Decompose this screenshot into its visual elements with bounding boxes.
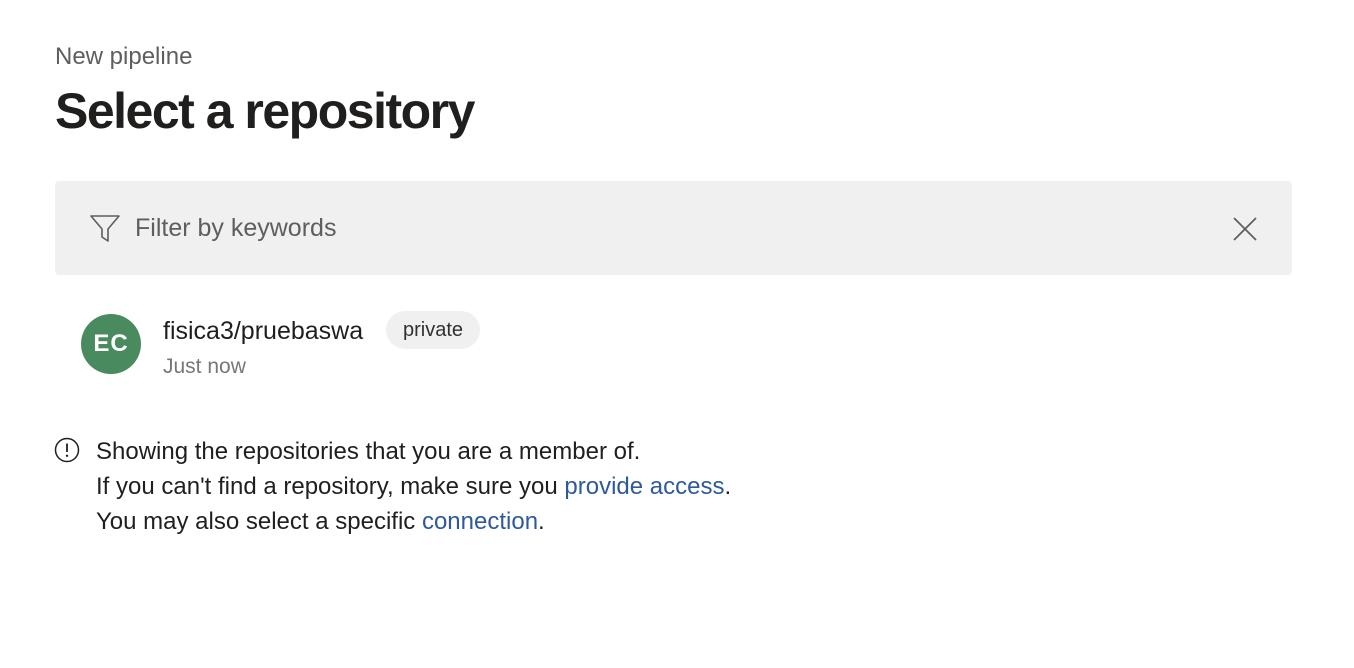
connection-link[interactable]: connection (422, 508, 538, 535)
provide-access-link[interactable]: provide access (564, 473, 724, 500)
breadcrumb: New pipeline (55, 43, 193, 70)
visibility-badge: private (386, 311, 481, 349)
avatar: EC (81, 314, 141, 374)
info-line-access: If you can't find a repository, make sur… (96, 469, 731, 504)
info-line-connection-prefix: You may also select a specific (96, 508, 422, 535)
close-icon[interactable] (1232, 216, 1258, 242)
info-line-membership: Showing the repositories that you are a … (96, 438, 641, 465)
repository-name: fisica3/pruebaswa (163, 317, 364, 345)
info-icon (54, 437, 80, 463)
info-line-access-suffix: . (724, 473, 732, 500)
filter-bar (55, 181, 1292, 275)
filter-icon (90, 215, 120, 242)
info-text: Showing the repositories that you are a … (96, 434, 731, 539)
info-line-connection: You may also select a specific connectio… (96, 504, 731, 539)
page-title: Select a repository (55, 83, 475, 139)
filter-input[interactable] (135, 210, 1215, 246)
info-line-connection-suffix: . (538, 508, 545, 535)
repository-list-item[interactable]: EC fisica3/pruebaswa private Just now (55, 306, 1292, 390)
repository-updated-time: Just now (163, 355, 246, 378)
info-line-access-prefix: If you can't find a repository, make sur… (96, 473, 565, 500)
